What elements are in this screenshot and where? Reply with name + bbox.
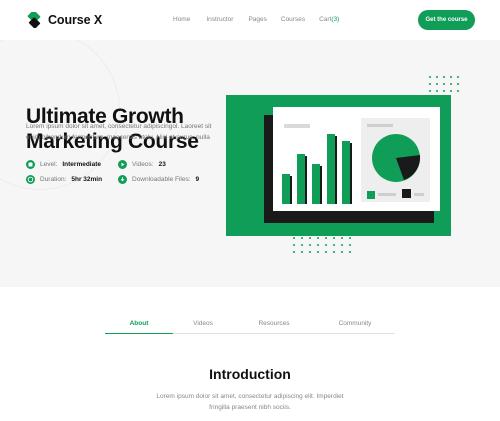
download-icon [118,175,127,184]
nav-instructor[interactable]: Instructor [206,16,233,23]
meta-duration: Duration: 5hr 32min [26,175,102,184]
tab-videos[interactable]: Videos [173,318,233,333]
files-label: Downloadable Files: [132,176,191,183]
duration-value: 5hr 32min [71,176,103,183]
duration-label: Duration: [40,176,67,183]
nav-home[interactable]: Home [173,16,190,23]
video-play-icon [118,160,127,169]
nav-pages[interactable]: Pages [248,16,266,23]
videos-value: 23 [158,161,166,168]
site-header: Course X Home Instructor Pages Courses C… [0,0,500,40]
meta-level: Level: Intermediate [26,160,101,169]
level-label: Level: [40,161,58,168]
tab-resources[interactable]: Resources [233,318,315,333]
decorative-dots-top-right [429,76,459,92]
analytics-dashboard-illustration [264,107,440,223]
tab-about[interactable]: About [105,318,173,334]
nav-cart-label: Cart [319,16,332,23]
decorative-dots-bottom [293,237,351,253]
videos-label: Videos: [132,161,154,168]
get-the-course-button[interactable]: Get the course [418,10,475,30]
course-illustration [226,95,451,236]
logo[interactable]: Course X [26,12,102,28]
clock-icon [26,175,35,184]
introduction-heading: Introduction [209,366,291,382]
nav-cart[interactable]: Cart(3) [319,16,339,23]
meta-videos: Videos: 23 [118,160,166,169]
introduction-text: Lorem ipsum dolor sit amet, consectetur … [156,393,344,411]
brand-name: Course X [48,13,103,27]
course-x-logo-icon [27,12,41,28]
main-nav: Home Instructor Pages Courses Cart(3) [173,16,339,23]
course-description: Lorem ipsum dolor sit amet, consectetur … [26,123,212,141]
level-icon [26,160,35,169]
course-tabs: About Videos Resources Community [105,318,395,334]
cart-count: (3) [331,16,340,23]
tab-community[interactable]: Community [315,318,395,333]
meta-files: Downloadable Files: 9 [118,175,199,184]
files-value: 9 [195,176,200,183]
nav-courses[interactable]: Courses [281,16,305,23]
level-value: Intermediate [62,161,102,168]
